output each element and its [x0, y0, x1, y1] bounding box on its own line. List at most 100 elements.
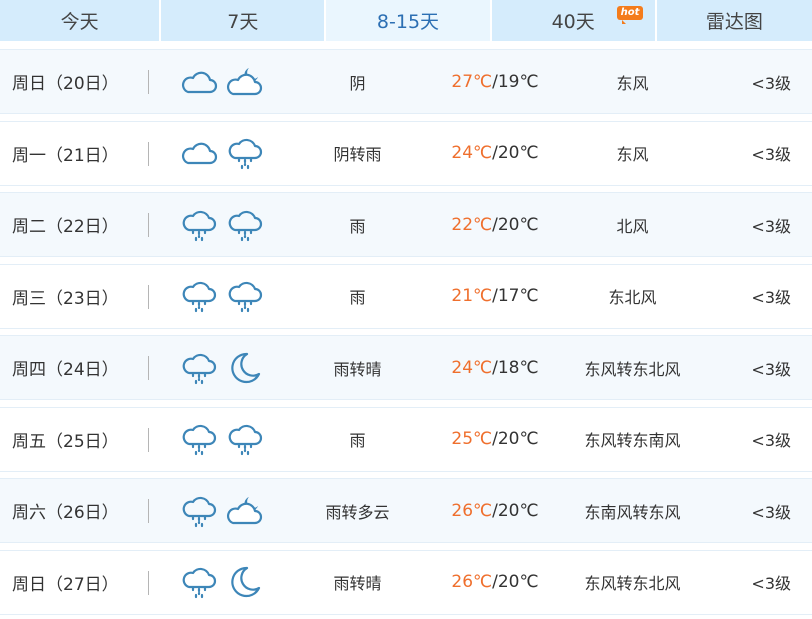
moon-icon [224, 336, 266, 399]
rain-icon [178, 551, 220, 614]
weather-description: 阴 [349, 73, 366, 93]
wind-level: <3级 [751, 574, 791, 593]
low-temp: /19℃ [492, 71, 539, 92]
rain-icon [178, 193, 220, 256]
cloud-icon [178, 50, 220, 113]
forecast-row: 周四（24日） 雨转晴 24℃/18℃ 东风转东北风 <3级 [0, 335, 812, 400]
day-label: 周四（24日） [12, 360, 119, 380]
temperature-range: 21℃/17℃ [430, 265, 560, 328]
wind-direction: 东北风 [608, 288, 657, 307]
tab-7-days[interactable]: 7天 [161, 0, 327, 41]
forecast-row: 周六（26日） 雨转多云 26℃/20℃ 东南风转东风 <3级 [0, 478, 812, 543]
divider [148, 284, 149, 309]
forecast-row: 周日（20日） 阴 27℃/19℃ 东风 <3级 [0, 49, 812, 114]
temperature-range: 26℃/20℃ [430, 479, 560, 542]
forecast-row: 周二（22日） 雨 22℃/20℃ 北风 <3级 [0, 192, 812, 257]
wind-level: <3级 [751, 431, 791, 450]
wind-level: <3级 [751, 288, 791, 307]
high-temp: 21℃ [451, 286, 493, 306]
low-temp: /20℃ [492, 429, 539, 449]
moon-icon [224, 551, 266, 614]
forecast-row: 周三（23日） 雨 21℃/17℃ 东北风 <3级 [0, 263, 812, 329]
rain-icon [224, 193, 266, 256]
forecast-list: 周日（20日）阴 27℃/19℃ 东风 <3级 周一（21日） 阴转雨 24℃/20℃ 东风 <… [0, 49, 812, 619]
high-temp: 22℃ [451, 214, 493, 235]
high-temp: 26℃ [451, 500, 493, 521]
weather-description: 阴转雨 [333, 145, 382, 164]
rain-icon [178, 265, 220, 328]
wind-level: <3级 [751, 216, 791, 236]
low-temp: /20℃ [492, 572, 539, 592]
high-temp: 24℃ [451, 143, 493, 163]
high-temp: 27℃ [451, 71, 493, 92]
tab-label: 40天 [551, 11, 595, 33]
low-temp: /18℃ [492, 357, 539, 378]
low-temp: /20℃ [492, 143, 539, 163]
rain-icon [224, 408, 266, 471]
tab-today[interactable]: 今天 [0, 0, 162, 41]
day-label: 周日（20日） [12, 74, 119, 94]
temperature-range: 26℃/20℃ [430, 551, 560, 614]
low-temp: /20℃ [492, 500, 539, 521]
weather-description: 雨转晴 [333, 359, 382, 379]
rain-icon [224, 265, 266, 328]
temperature-range: 24℃/20℃ [430, 122, 560, 185]
high-temp: 26℃ [451, 572, 493, 592]
wind-level: <3级 [751, 145, 791, 164]
temperature-range: 24℃/18℃ [430, 336, 560, 399]
cloud-moon-icon [224, 479, 266, 542]
wind-level: <3级 [751, 502, 791, 522]
wind-direction: 东风 [616, 73, 649, 93]
rain-icon [224, 122, 266, 185]
weather-description: 雨转晴 [333, 574, 382, 593]
divider [148, 499, 149, 523]
tab-label: 今天 [60, 11, 99, 33]
forecast-tabs: 今天 7天 8-15天 40天 雷达图 hot [0, 0, 812, 41]
weather-description: 雨 [349, 216, 366, 236]
forecast-row: 周五（25日） 雨 25℃/20℃ 东风转东南风 <3级 [0, 406, 812, 472]
tab-label: 雷达图 [705, 11, 763, 33]
divider [148, 70, 149, 94]
forecast-row: 周一（21日） 阴转雨 24℃/20℃ 东风 <3级 [0, 120, 812, 186]
weather-description: 雨 [349, 288, 366, 307]
wind-direction: 北风 [616, 216, 649, 236]
hot-badge: hot [617, 6, 643, 24]
divider [148, 356, 149, 380]
tab-label: 7天 [227, 11, 259, 33]
cloud-moon-icon [224, 50, 266, 113]
day-label: 周五（25日） [12, 431, 119, 452]
wind-direction: 东南风转东风 [584, 502, 681, 522]
high-temp: 24℃ [451, 357, 493, 378]
day-label: 周六（26日） [12, 503, 119, 523]
temperature-range: 22℃/20℃ [430, 193, 560, 256]
temperature-range: 25℃/20℃ [430, 408, 560, 471]
day-label: 周日（27日） [12, 574, 119, 595]
tab-radar[interactable]: 雷达图 [656, 0, 812, 41]
wind-direction: 东风转东南风 [584, 431, 681, 450]
rain-icon [178, 479, 220, 542]
tab-8-15-days[interactable]: 8-15天 [326, 0, 492, 41]
day-label: 周二（22日） [12, 217, 119, 237]
day-label: 周三（23日） [12, 288, 119, 309]
tab-label: 8-15天 [376, 11, 440, 33]
weather-description: 雨 [349, 431, 366, 450]
wind-direction: 东风转东北风 [584, 574, 681, 593]
wind-direction: 东风 [616, 145, 649, 164]
rain-icon [178, 336, 220, 399]
wind-direction: 东风转东北风 [584, 359, 681, 379]
cloud-icon [178, 122, 220, 185]
wind-level: <3级 [751, 359, 791, 379]
low-temp: /20℃ [492, 214, 539, 235]
divider [148, 427, 149, 452]
low-temp: /17℃ [492, 286, 539, 306]
rain-icon [178, 408, 220, 471]
divider [148, 213, 149, 237]
high-temp: 25℃ [451, 429, 493, 449]
weather-description: 雨转多云 [325, 502, 390, 522]
divider [148, 570, 149, 595]
wind-level: <3级 [751, 73, 791, 93]
forecast-row: 周日（27日） 雨转晴 26℃/20℃ 东风转东北风 <3级 [0, 549, 812, 615]
divider [148, 141, 149, 166]
temperature-range: 27℃/19℃ [430, 50, 560, 113]
day-label: 周一（21日） [12, 145, 119, 166]
